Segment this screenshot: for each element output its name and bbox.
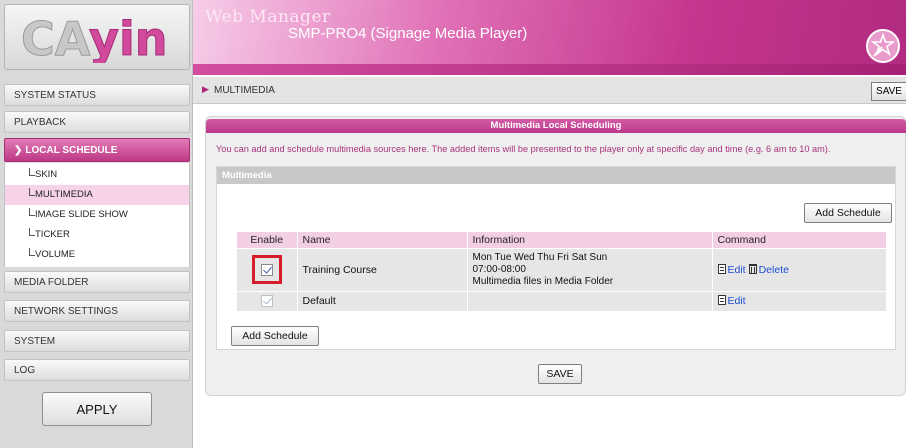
- sidebar-item-playback[interactable]: PLAYBACK: [4, 111, 190, 133]
- sidebar-item-label: PLAYBACK: [14, 117, 67, 128]
- app-title: Web Manager: [205, 7, 331, 27]
- sidebar-item-label: SYSTEM: [14, 336, 56, 347]
- triangle-right-icon: ▶: [202, 84, 209, 94]
- info-source: Multimedia files in Media Folder: [472, 275, 614, 287]
- double-arrow-icon: ❯: [14, 145, 23, 156]
- edit-link[interactable]: Edit: [728, 264, 746, 276]
- delete-link[interactable]: Delete: [759, 264, 789, 276]
- submenu-item-volume[interactable]: VOLUME: [5, 245, 189, 265]
- submenu-item-label: MULTIMEDIA: [35, 189, 93, 200]
- breadcrumb: ▶ MULTIMEDIA SAVE: [193, 77, 906, 104]
- save-button[interactable]: SAVE: [538, 364, 582, 384]
- info-days: Mon Tue Wed Thu Fri Sat Sun: [472, 251, 608, 263]
- column-header-information: Information: [467, 232, 713, 248]
- table-row: Training Course Mon Tue Wed Thu Fri Sat …: [237, 247, 887, 291]
- apply-button[interactable]: APPLY: [42, 392, 152, 426]
- sidebar-item-system[interactable]: SYSTEM: [4, 330, 190, 352]
- submenu-item-multimedia[interactable]: MULTIMEDIA: [5, 185, 189, 205]
- sidebar-item-label: MEDIA FOLDER: [14, 277, 89, 288]
- branch-icon: [29, 168, 35, 176]
- sidebar-item-label: NETWORK SETTINGS: [14, 306, 118, 317]
- command-cell: Edit: [712, 290, 887, 311]
- submenu-item-label: VOLUME: [35, 249, 76, 260]
- cayin-logo-mark: CA yin: [21, 12, 169, 64]
- save-button-top[interactable]: SAVE: [871, 82, 906, 101]
- header-banner: Web Manager SMP-PRO4 (Signage Media Play…: [193, 0, 906, 75]
- name-cell: Training Course: [297, 247, 468, 291]
- information-cell: Mon Tue Wed Thu Fri Sat Sun 07:00-08:00 …: [467, 247, 713, 291]
- sidebar-item-label: LOG: [14, 365, 36, 376]
- document-icon: [717, 295, 726, 306]
- sidebar-item-network-settings[interactable]: NETWORK SETTINGS: [4, 300, 190, 322]
- multimedia-section: Multimedia Add Schedule Enable Name Info…: [216, 166, 896, 350]
- wand-star-icon: [866, 29, 900, 63]
- schedule-table: Enable Name Information Command Training…: [237, 232, 887, 311]
- submenu-item-label: SKIN: [35, 169, 58, 180]
- add-schedule-button-bottom[interactable]: Add Schedule: [231, 326, 319, 346]
- column-header-name: Name: [297, 232, 468, 248]
- submenu-item-label: IMAGE SLIDE SHOW: [35, 209, 128, 220]
- info-time: 07:00-08:00: [472, 263, 526, 275]
- section-title: Multimedia: [217, 167, 895, 184]
- panel-title: Multimedia Local Scheduling: [206, 119, 906, 133]
- sidebar: CA yin SYSTEM STATUS PLAYBACK ❯ LOCAL SCH…: [0, 0, 193, 448]
- sidebar-item-local-schedule[interactable]: ❯ LOCAL SCHEDULE: [4, 138, 190, 162]
- sidebar-item-media-folder[interactable]: MEDIA FOLDER: [4, 271, 190, 293]
- table-header-row: Enable Name Information Command: [237, 232, 887, 248]
- information-cell: [467, 290, 713, 311]
- product-name: SMP-PRO4 (Signage Media Player): [288, 25, 528, 42]
- name-cell: Default: [297, 290, 468, 311]
- enable-cell: [237, 290, 298, 311]
- header-strip: [193, 64, 906, 75]
- branch-icon: [29, 248, 35, 256]
- sidebar-item-system-status[interactable]: SYSTEM STATUS: [4, 84, 190, 106]
- cayin-logo: CA yin: [4, 4, 190, 70]
- branch-icon: [29, 208, 35, 216]
- column-header-command: Command: [712, 232, 887, 248]
- add-schedule-button-top[interactable]: Add Schedule: [804, 203, 892, 223]
- submenu-item-skin[interactable]: SKIN: [5, 165, 189, 185]
- enable-cell: [237, 247, 298, 291]
- sidebar-item-log[interactable]: LOG: [4, 359, 190, 381]
- breadcrumb-label: MULTIMEDIA: [214, 85, 275, 96]
- panel-description: You can add and schedule multimedia sour…: [216, 144, 831, 154]
- enable-checkbox[interactable]: [260, 263, 273, 276]
- table-row: Default Edit: [237, 290, 887, 311]
- highlight-box: [251, 255, 282, 284]
- submenu-item-label: TICKER: [35, 229, 70, 240]
- trash-icon: [748, 263, 757, 274]
- branch-icon: [29, 228, 35, 236]
- document-icon: [717, 263, 726, 274]
- sidebar-item-label: SYSTEM STATUS: [14, 90, 96, 101]
- edit-link[interactable]: Edit: [728, 295, 746, 307]
- scheduling-panel: Multimedia Local Scheduling You can add …: [205, 116, 906, 396]
- enable-checkbox: [260, 295, 273, 308]
- svg-text:yin: yin: [89, 12, 168, 63]
- local-schedule-submenu: SKIN MULTIMEDIA IMAGE SLIDE SHOW TICKER …: [4, 163, 190, 267]
- sidebar-item-label: LOCAL SCHEDULE: [25, 145, 118, 156]
- command-cell: Edit Delete: [712, 247, 887, 291]
- svg-text:CA: CA: [21, 12, 91, 63]
- submenu-item-image-slide-show[interactable]: IMAGE SLIDE SHOW: [5, 205, 189, 225]
- branch-icon: [29, 188, 35, 196]
- column-header-enable: Enable: [237, 232, 298, 248]
- submenu-item-ticker[interactable]: TICKER: [5, 225, 189, 245]
